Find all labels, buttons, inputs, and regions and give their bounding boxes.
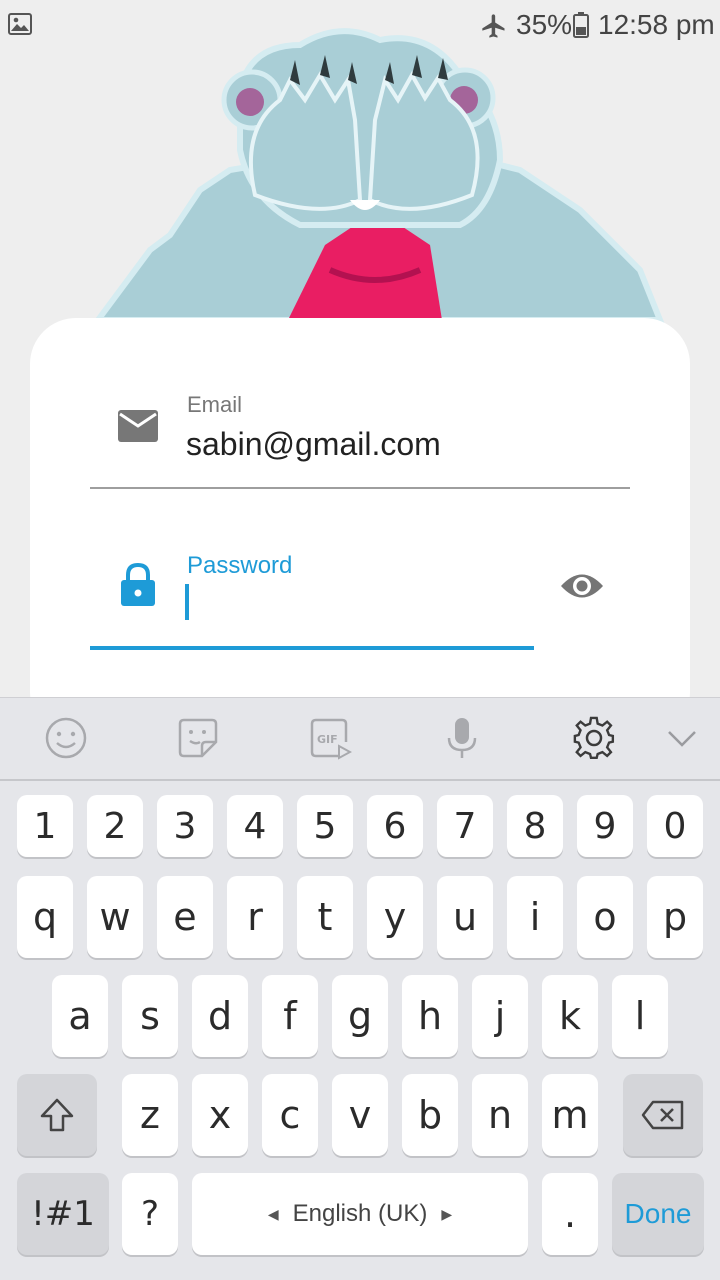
language-right-icon: ▶ <box>441 1205 453 1222</box>
key-a[interactable]: a <box>52 975 108 1057</box>
key-5[interactable]: 5 <box>297 795 353 857</box>
key-m[interactable]: m <box>542 1074 598 1156</box>
mascot-illustration <box>92 28 665 323</box>
gallery-icon <box>8 13 32 35</box>
email-field[interactable]: sabin@gmail.com <box>186 426 441 463</box>
key-2[interactable]: 2 <box>87 795 143 857</box>
key-s[interactable]: s <box>122 975 178 1057</box>
key-question[interactable]: ? <box>122 1173 178 1255</box>
key-r[interactable]: r <box>227 876 283 958</box>
password-label: Password <box>187 552 293 579</box>
backspace-icon <box>641 1100 684 1130</box>
key-x[interactable]: x <box>192 1074 248 1156</box>
done-key[interactable]: Done <box>612 1173 704 1255</box>
gif-icon[interactable]: GIF <box>308 716 353 760</box>
key-z[interactable]: z <box>122 1074 178 1156</box>
email-icon <box>118 410 158 442</box>
key-v[interactable]: v <box>332 1074 388 1156</box>
key-4[interactable]: 4 <box>227 795 283 857</box>
key-p[interactable]: p <box>647 876 703 958</box>
key-g[interactable]: g <box>332 975 388 1057</box>
password-underline <box>90 646 534 650</box>
key-6[interactable]: 6 <box>367 795 423 857</box>
space-key[interactable]: ◀ English (UK) ▶ <box>192 1173 528 1255</box>
svg-text:GIF: GIF <box>317 733 338 746</box>
backspace-key[interactable] <box>623 1074 703 1156</box>
password-field[interactable] <box>185 584 189 620</box>
key-u[interactable]: u <box>437 876 493 958</box>
login-card <box>30 318 690 738</box>
key-1[interactable]: 1 <box>17 795 73 857</box>
key-n[interactable]: n <box>472 1074 528 1156</box>
key-d[interactable]: d <box>192 975 248 1057</box>
emoji-icon[interactable] <box>44 716 88 760</box>
key-9[interactable]: 9 <box>577 795 633 857</box>
show-password-icon[interactable] <box>559 569 605 603</box>
key-h[interactable]: h <box>402 975 458 1057</box>
key-y[interactable]: y <box>367 876 423 958</box>
key-k[interactable]: k <box>542 975 598 1057</box>
key-w[interactable]: w <box>87 876 143 958</box>
shift-icon <box>40 1098 74 1132</box>
key-e[interactable]: e <box>157 876 213 958</box>
key-o[interactable]: o <box>577 876 633 958</box>
key-j[interactable]: j <box>472 975 528 1057</box>
settings-icon[interactable] <box>572 716 616 760</box>
key-7[interactable]: 7 <box>437 795 493 857</box>
key-f[interactable]: f <box>262 975 318 1057</box>
key-c[interactable]: c <box>262 1074 318 1156</box>
key-q[interactable]: q <box>17 876 73 958</box>
key-l[interactable]: l <box>612 975 668 1057</box>
microphone-icon[interactable] <box>440 716 484 760</box>
shift-key[interactable] <box>17 1074 97 1156</box>
collapse-keyboard-icon[interactable] <box>660 716 704 760</box>
key-i[interactable]: i <box>507 876 563 958</box>
key-0[interactable]: 0 <box>647 795 703 857</box>
sticker-icon[interactable] <box>176 716 220 760</box>
language-left-icon: ◀ <box>267 1205 279 1222</box>
key-t[interactable]: t <box>297 876 353 958</box>
key-b[interactable]: b <box>402 1074 458 1156</box>
email-underline <box>90 487 630 489</box>
key-3[interactable]: 3 <box>157 795 213 857</box>
email-label: Email <box>187 392 243 417</box>
lock-icon <box>121 563 155 606</box>
space-label: English (UK) <box>292 1200 428 1227</box>
key-period[interactable]: . <box>542 1173 598 1255</box>
symbols-key[interactable]: !#1 <box>17 1173 109 1255</box>
toolbar-divider <box>0 779 720 781</box>
key-8[interactable]: 8 <box>507 795 563 857</box>
